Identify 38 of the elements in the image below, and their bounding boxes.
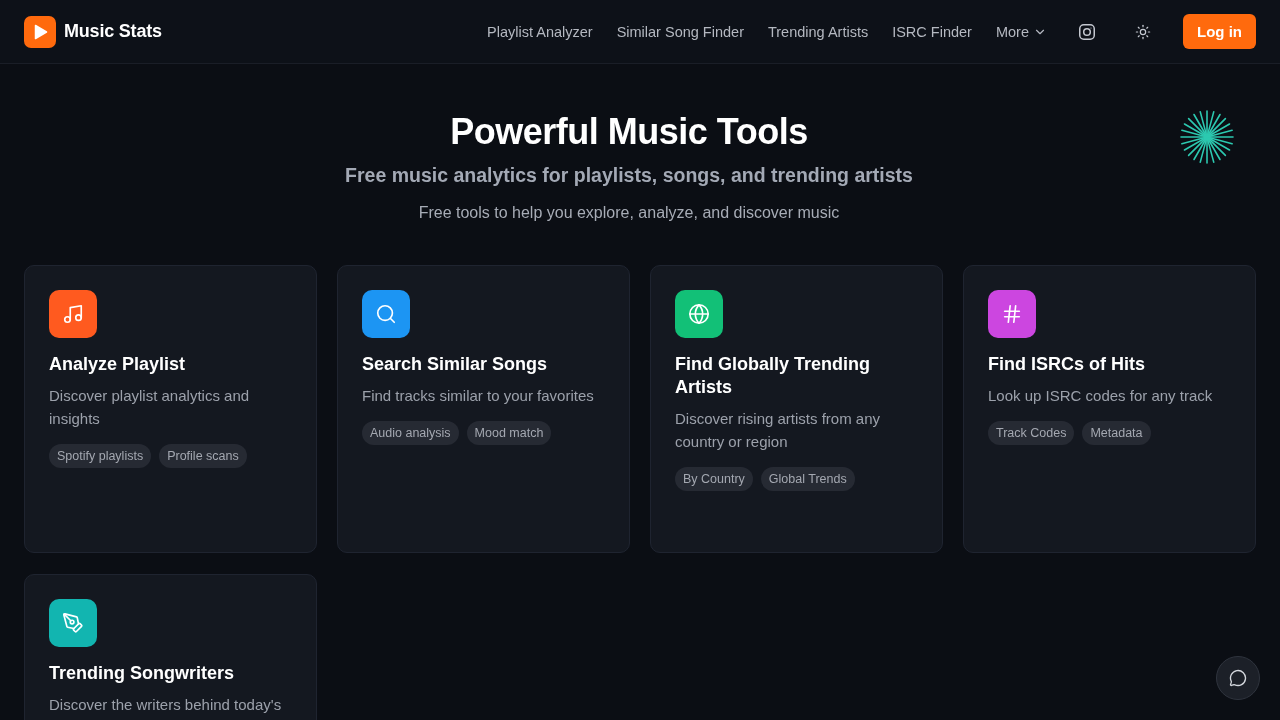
card-description: Find tracks similar to your favorites bbox=[362, 386, 595, 406]
chat-bubble-icon bbox=[1229, 669, 1247, 687]
nav-link[interactable]: Trending Artists bbox=[767, 23, 869, 40]
tool-card[interactable]: Find ISRCs of Hits Look up ISRC codes for any track Track Codes Metadata bbox=[963, 265, 1256, 553]
feature-tag: Mood match bbox=[466, 421, 552, 445]
card-description: Look up ISRC codes for any track bbox=[988, 386, 1214, 406]
instagram-icon bbox=[1079, 23, 1095, 40]
nav-link[interactable]: Similar Song Finder bbox=[616, 23, 744, 40]
card-title: Trending Songwriters bbox=[49, 662, 236, 685]
feature-tag: Track Codes bbox=[988, 421, 1075, 445]
card-description: Discover playlist analytics and insights bbox=[49, 386, 251, 429]
brand-name: Music Stats bbox=[64, 21, 162, 42]
card-title: Find ISRCs of Hits bbox=[988, 353, 1146, 376]
feature-tag: Global Trends bbox=[760, 467, 855, 491]
tool-card[interactable]: Analyze Playlist Discover playlist analytics and insights Spotify playlists Profile scans bbox=[24, 265, 317, 553]
card-title: Search Similar Songs bbox=[362, 353, 549, 376]
tool-card[interactable]: Search Similar Songs Find tracks similar to your favorites Audio analysis Mood match bbox=[337, 265, 630, 553]
feature-tag: By Country bbox=[675, 467, 753, 491]
more-menu-button[interactable]: More bbox=[995, 23, 1047, 40]
chat-button[interactable] bbox=[1216, 656, 1260, 700]
sun-icon bbox=[1135, 23, 1151, 40]
starburst-icon bbox=[1180, 110, 1234, 164]
feature-tag: Audio analysis bbox=[362, 421, 459, 445]
tool-card[interactable]: Find Globally Trending Artists Discover rising artists from any country or region By Country Global Trends bbox=[650, 265, 943, 553]
page-subtitle: Free music analytics for playlists, songs, and trending artists bbox=[345, 163, 913, 188]
nav-link[interactable]: Playlist Analyzer bbox=[487, 23, 593, 40]
card-description: Discover rising artists from any country or region bbox=[675, 409, 882, 452]
play-logo-icon bbox=[24, 15, 56, 48]
card-title: Analyze Playlist bbox=[49, 353, 187, 376]
page-tagline: Free tools to help you explore, analyze, and discover music bbox=[418, 203, 840, 223]
card-description: Discover the writers behind today's bbox=[49, 695, 283, 715]
feature-tag: Spotify playlists bbox=[49, 444, 152, 468]
page-title: Powerful Music Tools bbox=[450, 110, 808, 154]
feature-tag: Profile scans bbox=[159, 444, 247, 468]
feature-tag: Metadata bbox=[1082, 421, 1151, 445]
nav-link[interactable]: ISRC Finder bbox=[892, 23, 972, 40]
tool-card[interactable]: Trending Songwriters Discover the writers behind today's bbox=[24, 574, 317, 720]
card-title: Find Globally Trending Artists bbox=[675, 353, 871, 399]
